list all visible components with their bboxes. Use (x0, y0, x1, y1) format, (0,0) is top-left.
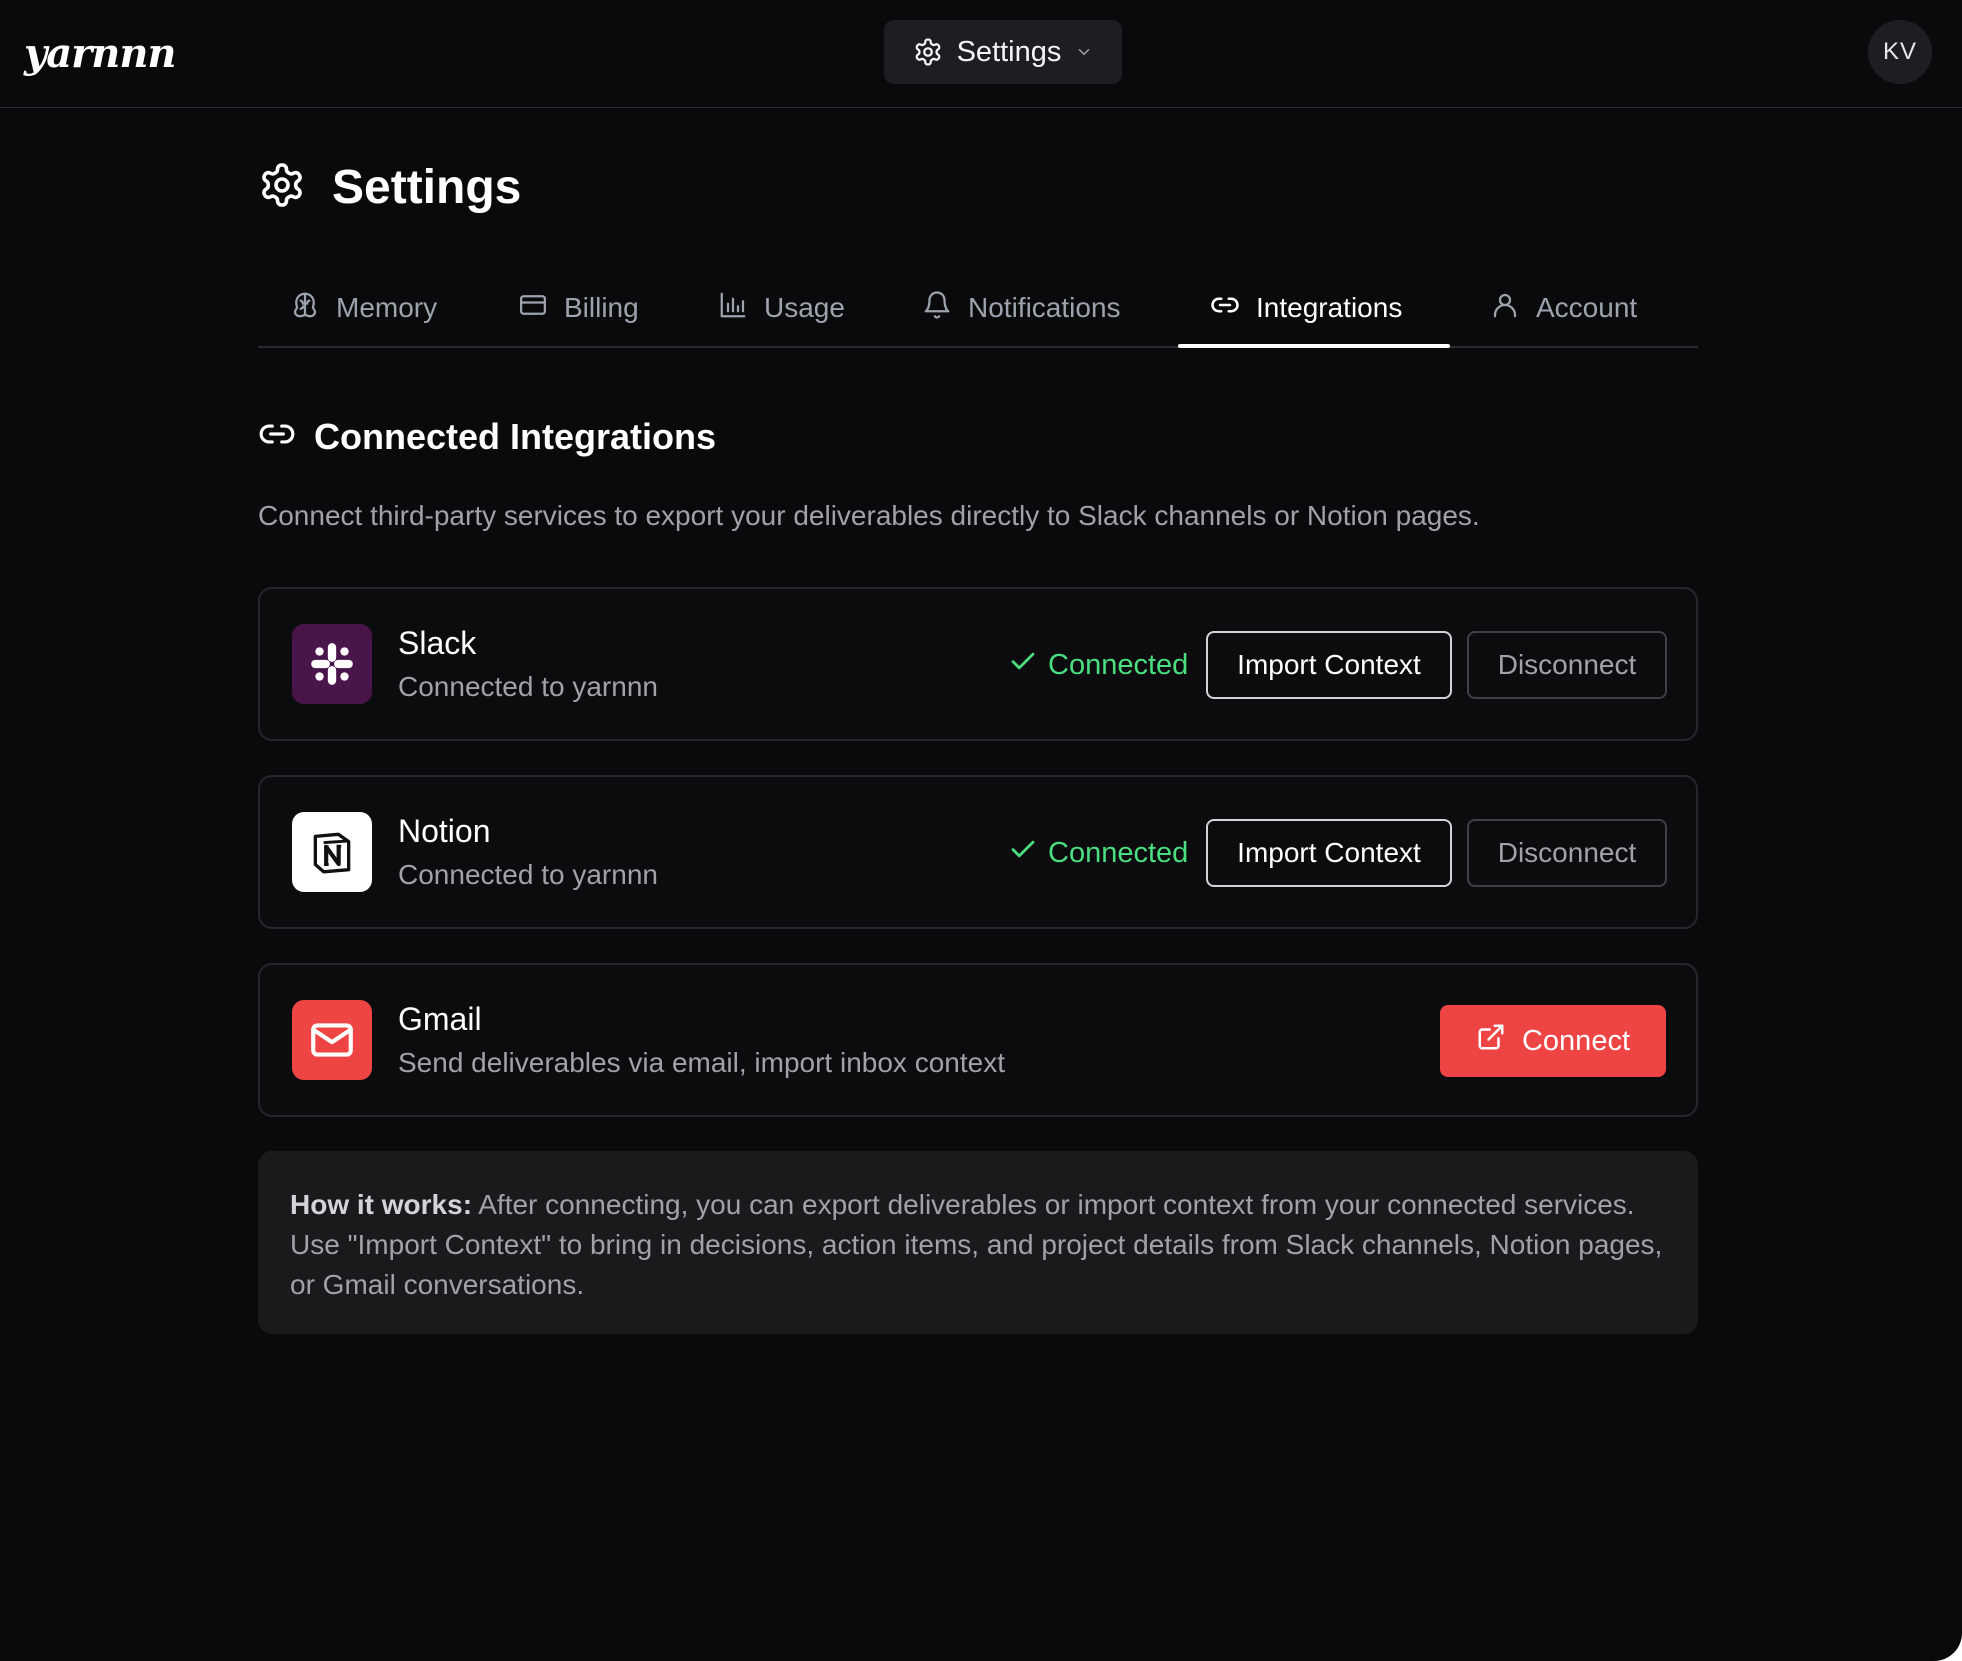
integration-subtitle: Connected to yarnnn (398, 859, 658, 890)
connect-button[interactable]: Connect (1440, 1005, 1666, 1077)
tab-notifications-label: Notifications (968, 292, 1121, 323)
disconnect-button[interactable]: Disconnect (1467, 819, 1667, 887)
user-avatar[interactable]: KV (1868, 20, 1932, 84)
integration-subtitle: Connected to yarnnn (398, 671, 658, 702)
settings-nav-label: Settings (956, 35, 1062, 68)
connected-status: Connected (1008, 833, 1188, 873)
tab-account[interactable]: Account (1490, 270, 1637, 346)
import-context-button[interactable]: Import Context (1206, 819, 1452, 887)
chevron-down-icon (1075, 43, 1093, 61)
tab-usage-label: Usage (764, 292, 845, 323)
app-window: yarnnn Settings KV Settings Memory Billi… (0, 0, 1962, 1661)
mail-icon (292, 1000, 372, 1080)
integration-card-gmail: Gmail Send deliverables via email, impor… (258, 963, 1698, 1117)
connect-button-label: Connect (1521, 1024, 1630, 1057)
connected-status-label: Connected (1048, 648, 1189, 681)
integration-name: Notion (398, 813, 491, 849)
brain-icon (290, 290, 320, 327)
import-context-button[interactable]: Import Context (1206, 631, 1452, 699)
external-link-icon (1476, 1022, 1506, 1060)
connected-status: Connected (1008, 645, 1188, 685)
user-icon (1490, 290, 1520, 327)
gear-icon (913, 37, 943, 67)
connected-status-label: Connected (1048, 836, 1189, 869)
notion-icon (292, 812, 372, 892)
integration-name: Slack (398, 625, 477, 661)
page-title-text: Settings (332, 161, 522, 214)
info-lead: How it works: (290, 1189, 473, 1220)
top-bar: yarnnn Settings KV (0, 0, 1962, 108)
disconnect-button[interactable]: Disconnect (1467, 631, 1667, 699)
tab-billing-label: Billing (564, 292, 639, 323)
tab-memory[interactable]: Memory (290, 270, 437, 346)
credit-card-icon (518, 290, 548, 327)
tab-memory-label: Memory (336, 292, 438, 323)
integration-card-slack: Slack Connected to yarnnn Connected Impo… (258, 587, 1698, 741)
tab-integrations-label: Integrations (1256, 292, 1403, 323)
check-icon (1008, 646, 1038, 684)
integration-card-notion: Notion Connected to yarnnn Connected Imp… (258, 775, 1698, 929)
bell-icon (922, 290, 952, 327)
info-body: After connecting, you can export deliver… (290, 1189, 1663, 1300)
tab-usage[interactable]: Usage (718, 270, 845, 346)
how-it-works-info: How it works: After connecting, you can … (258, 1151, 1698, 1334)
settings-tabs: Memory Billing Usage Notifications Integ… (258, 270, 1698, 348)
tab-notifications[interactable]: Notifications (922, 270, 1121, 346)
section-title: Connected Integrations (258, 415, 716, 458)
link-icon (258, 415, 296, 458)
settings-nav-dropdown[interactable]: Settings (884, 20, 1122, 84)
integration-name: Gmail (398, 1001, 482, 1037)
bar-chart-icon (718, 290, 748, 327)
slack-icon (292, 624, 372, 704)
tab-billing[interactable]: Billing (518, 270, 639, 346)
check-icon (1008, 834, 1038, 872)
tab-integrations[interactable]: Integrations (1178, 270, 1450, 348)
section-title-text: Connected Integrations (314, 415, 717, 457)
gear-icon (258, 161, 306, 214)
section-description: Connect third-party services to export y… (258, 500, 1480, 531)
tab-account-label: Account (1536, 292, 1638, 323)
app-logo[interactable]: yarnnn (24, 30, 176, 77)
page-title: Settings (258, 160, 521, 215)
integration-subtitle: Send deliverables via email, import inbo… (398, 1047, 1005, 1078)
link-icon (1210, 290, 1240, 327)
